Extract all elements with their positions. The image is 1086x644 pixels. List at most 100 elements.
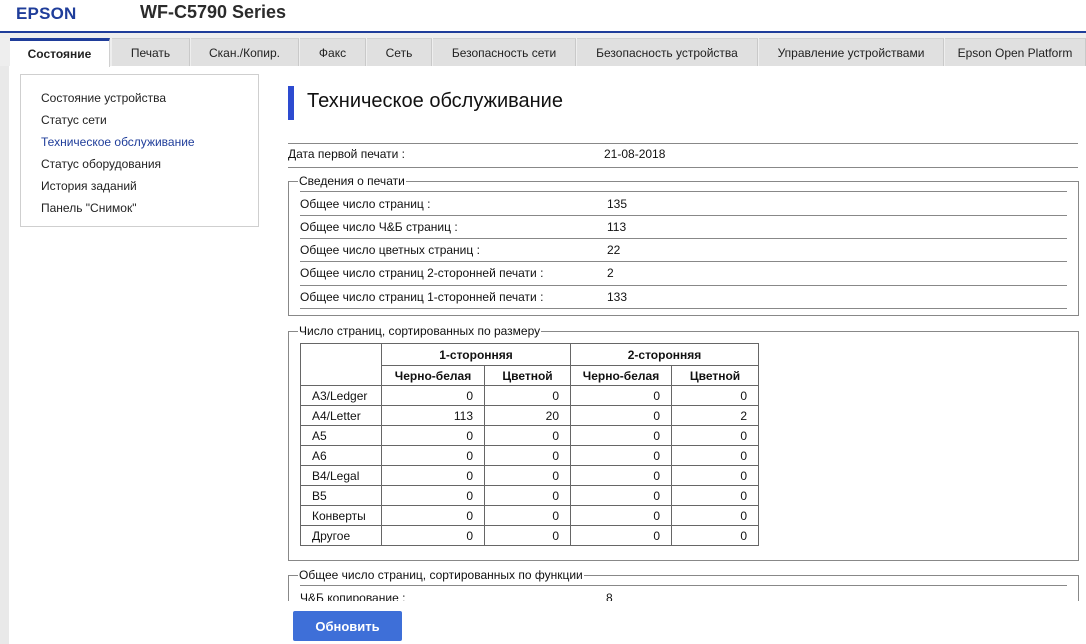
refresh-button[interactable]: Обновить — [293, 611, 402, 641]
sidebar-item-network-status[interactable]: Статус сети — [41, 113, 107, 127]
tab-network[interactable]: Сеть — [367, 38, 432, 66]
simplex-pages-label: Общее число страниц 1-сторонней печати : — [300, 290, 544, 304]
count-cell: 0 — [570, 425, 672, 446]
size-name: B5 — [300, 485, 382, 506]
table-row: Другое 0 0 0 0 — [300, 525, 759, 546]
tab-device-security[interactable]: Безопасность устройства — [577, 38, 758, 66]
count-cell: 0 — [484, 425, 571, 446]
count-cell: 0 — [484, 385, 571, 406]
page-title: Техническое обслуживание — [307, 90, 563, 112]
table-row: A6 0 0 0 0 — [300, 445, 759, 466]
pages-by-size-legend: Число страниц, сортированных по размеру — [298, 324, 542, 338]
sidebar-item-hardware-status[interactable]: Статус оборудования — [41, 157, 161, 171]
count-cell: 0 — [671, 485, 759, 506]
count-cell: 0 — [570, 445, 672, 466]
first-print-label: Дата первой печати : — [288, 147, 406, 161]
first-print-value: 21-08-2018 — [604, 147, 666, 161]
divider — [300, 308, 1067, 309]
sidebar-item-maintenance[interactable]: Техническое обслуживание — [41, 135, 195, 149]
duplex-header: 2-сторонняя — [570, 343, 759, 366]
count-cell: 0 — [381, 525, 485, 546]
table-row: Конверты 0 0 0 0 — [300, 505, 759, 526]
count-cell: 0 — [570, 525, 672, 546]
title-accent-bar — [288, 86, 294, 120]
bw-pages-label: Общее число Ч&Б страниц : — [300, 220, 458, 234]
divider — [288, 143, 1078, 144]
tab-print[interactable]: Печать — [112, 38, 190, 66]
divider — [300, 238, 1067, 239]
duplex-color-header: Цветной — [671, 365, 759, 386]
print-info-legend: Сведения о печати — [298, 174, 406, 188]
divider — [300, 261, 1067, 262]
size-name: Конверты — [300, 505, 382, 526]
bw-copy-value: 8 — [606, 591, 613, 601]
count-cell: 0 — [484, 505, 571, 526]
table-row: B4/Legal 0 0 0 0 — [300, 465, 759, 486]
table-header-row: 1-сторонняя 2-сторонняя — [300, 343, 759, 386]
tab-device-management[interactable]: Управление устройствами — [759, 38, 944, 66]
pages-by-function-legend: Общее число страниц, сортированных по фу… — [298, 570, 584, 582]
printer-model: WF-C5790 Series — [140, 2, 287, 22]
count-cell: 0 — [484, 445, 571, 466]
sidebar-item-job-history[interactable]: История заданий — [41, 179, 137, 193]
size-name: A5 — [300, 425, 382, 446]
size-name: B4/Legal — [300, 465, 382, 486]
color-pages-value: 22 — [607, 243, 621, 257]
duplex-bw-header: Черно-белая — [570, 365, 672, 386]
size-name: A3/Ledger — [300, 385, 382, 406]
simplex-header: 1-сторонняя — [381, 343, 571, 366]
count-cell: 0 — [484, 525, 571, 546]
count-cell: 2 — [671, 405, 759, 426]
table-row: B5 0 0 0 0 — [300, 485, 759, 506]
sidebar: Состояние устройства Статус сети Техниче… — [20, 74, 259, 227]
count-cell: 0 — [381, 485, 485, 506]
simplex-color-header: Цветной — [484, 365, 571, 386]
sidebar-item-device-status[interactable]: Состояние устройства — [41, 91, 166, 105]
left-border-strip — [0, 66, 9, 644]
divider — [300, 285, 1067, 286]
tab-bar: Состояние Печать Скан./Копир. Факс Сеть … — [0, 33, 1086, 67]
count-cell: 0 — [671, 425, 759, 446]
tab-status[interactable]: Состояние — [10, 38, 110, 67]
count-cell: 0 — [381, 425, 485, 446]
count-cell: 0 — [671, 505, 759, 526]
total-pages-label: Общее число страниц : — [300, 197, 431, 211]
duplex-pages-value: 2 — [607, 266, 614, 280]
epson-logo: EPSON — [16, 4, 77, 23]
count-cell: 0 — [671, 465, 759, 486]
bw-copy-label: Ч&Б копирование : — [300, 591, 406, 601]
divider — [300, 585, 1067, 586]
count-cell: 0 — [381, 465, 485, 486]
tab-scan-copy[interactable]: Скан./Копир. — [191, 38, 299, 66]
tab-network-security[interactable]: Безопасность сети — [433, 38, 576, 66]
count-cell: 0 — [381, 505, 485, 526]
pages-by-size-table: 1-сторонняя 2-сторонняя Черно-белая Цвет… — [300, 343, 759, 546]
count-cell: 0 — [570, 385, 672, 406]
divider — [300, 191, 1067, 192]
count-cell: 0 — [381, 385, 485, 406]
tab-fax[interactable]: Факс — [300, 38, 366, 66]
simplex-bw-header: Черно-белая — [381, 365, 485, 386]
divider — [300, 215, 1067, 216]
table-row: A4/Letter 113 20 0 2 — [300, 405, 759, 426]
sidebar-item-snapshot-panel[interactable]: Панель "Снимок" — [41, 201, 136, 215]
count-cell: 0 — [484, 485, 571, 506]
bw-pages-value: 113 — [607, 220, 627, 234]
count-cell: 113 — [381, 405, 485, 426]
count-cell: 0 — [570, 505, 672, 526]
count-cell: 20 — [484, 405, 571, 426]
duplex-pages-label: Общее число страниц 2-сторонней печати : — [300, 266, 544, 280]
simplex-pages-value: 133 — [607, 290, 628, 304]
count-cell: 0 — [671, 525, 759, 546]
count-cell: 0 — [381, 445, 485, 466]
color-pages-label: Общее число цветных страниц : — [300, 243, 480, 257]
size-name: A6 — [300, 445, 382, 466]
tab-epson-open-platform[interactable]: Epson Open Platform — [945, 38, 1086, 66]
total-pages-value: 135 — [607, 197, 628, 211]
count-cell: 0 — [671, 385, 759, 406]
table-corner-cell — [300, 343, 382, 386]
header: EPSON WF-C5790 Series — [0, 0, 1086, 32]
count-cell: 0 — [570, 485, 672, 506]
count-cell: 0 — [570, 465, 672, 486]
count-cell: 0 — [570, 405, 672, 426]
